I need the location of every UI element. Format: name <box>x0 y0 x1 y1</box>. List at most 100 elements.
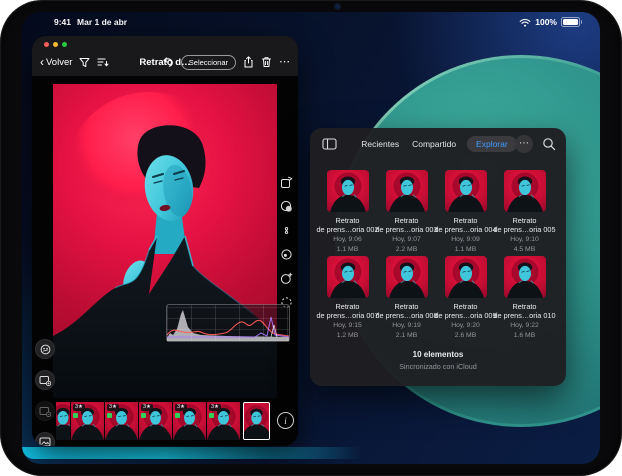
rating-badge: 3★ <box>73 404 85 411</box>
curves-icon[interactable] <box>280 224 293 237</box>
file-name: Retratode prens…oria 008 <box>375 303 437 320</box>
file-thumbnail[interactable] <box>327 170 369 212</box>
battery-icon <box>561 17 580 27</box>
editor-toolbar: ‹ Volver Retrato d… <box>32 36 298 76</box>
edit-tools-rail <box>277 176 295 309</box>
filmstrip-thumb[interactable]: 3★ <box>105 402 138 440</box>
file-item[interactable]: Retratode prens…oria 005 Hoy, 9:10 4.5 M… <box>496 170 553 254</box>
file-time: Hoy, 9:07 <box>392 236 421 244</box>
file-size: 4.5 MB <box>514 246 536 254</box>
search-icon <box>542 137 556 151</box>
close-window-dot[interactable] <box>44 42 49 47</box>
file-thumbnail[interactable] <box>386 170 428 212</box>
filmstrip-thumb[interactable]: 3★ <box>173 402 206 440</box>
file-size: 2.1 MB <box>396 332 418 340</box>
rating-badge: 3★ <box>141 404 153 411</box>
file-item[interactable]: Retratode prens…oria 007 Hoy, 9:15 1.2 M… <box>319 256 376 340</box>
filmstrip-thumb[interactable]: 3★ <box>207 402 240 440</box>
zoom-window-dot[interactable] <box>62 42 67 47</box>
battery-percent: 100% <box>535 17 557 27</box>
file-time: Hoy, 9:06 <box>333 236 362 244</box>
export-photo-button[interactable] <box>35 370 55 390</box>
screenshot-canvas: 9:41 Mar 1 de abr 100% <box>0 0 622 476</box>
ipad-screen: 9:41 Mar 1 de abr 100% <box>22 12 600 464</box>
gallery-icon <box>39 437 51 446</box>
back-button[interactable]: ‹ Volver <box>40 57 72 68</box>
file-item[interactable]: Retratode prens…oria 009 Hoy, 9:20 2.6 M… <box>437 256 494 340</box>
file-size: 1.2 MB <box>337 332 359 340</box>
rate-flag-button[interactable] <box>35 339 55 359</box>
file-size: 1.1 MB <box>455 246 477 254</box>
minimize-window-dot[interactable] <box>53 42 58 47</box>
status-bar: 9:41 Mar 1 de abr 100% <box>22 14 600 30</box>
tab-compartido[interactable]: Compartido <box>410 136 458 152</box>
more-options-icon[interactable]: ⋯ <box>279 57 290 68</box>
file-item[interactable]: Retratode prens…oria 003 Hoy, 9:07 2.2 M… <box>378 170 435 254</box>
histogram-grid <box>167 305 289 341</box>
file-name: Retratode prens…oria 005 <box>493 217 555 234</box>
file-item[interactable]: Retratode prens…oria 002 Hoy, 9:06 1.1 M… <box>319 170 376 254</box>
file-name: Retratode prens…oria 009 <box>434 303 496 320</box>
window-controls[interactable] <box>44 42 67 47</box>
file-name: Retratode prens…oria 007 <box>316 303 378 320</box>
file-time: Hoy, 9:22 <box>510 322 539 330</box>
status-date: Mar 1 de abr <box>77 17 127 27</box>
effects-sparkle-icon[interactable] <box>280 272 293 285</box>
search-button[interactable] <box>542 137 556 151</box>
trash-icon[interactable] <box>261 56 272 68</box>
photo-editor-window: ‹ Volver Retrato d… <box>32 36 298 446</box>
gallery-button[interactable] <box>35 432 55 446</box>
photo-badge-minus-icon <box>39 406 51 417</box>
filmstrip-thumb[interactable]: 3★ <box>139 402 172 440</box>
ellipsis-icon: ⋯ <box>519 139 529 149</box>
file-grid: Retratode prens…oria 002 Hoy, 9:06 1.1 M… <box>318 170 554 340</box>
files-browser-panel: Recientes Compartido Explorar ⋯ Retratod… <box>310 128 566 386</box>
file-item[interactable]: Retratode prens…oria 004 Hoy, 9:09 1.1 M… <box>437 170 494 254</box>
filter-funnel-icon[interactable] <box>79 57 90 68</box>
file-thumbnail[interactable] <box>504 256 546 298</box>
file-thumbnail[interactable] <box>327 256 369 298</box>
portrait-artwork <box>53 84 277 398</box>
filmstrip-thumb[interactable]: 3★ <box>71 402 104 440</box>
share-icon[interactable] <box>243 56 254 68</box>
filmstrip-thumb-selected[interactable] <box>243 402 270 440</box>
file-item[interactable]: Retratode prens…oria 010 Hoy, 9:22 1.6 M… <box>496 256 553 340</box>
file-time: Hoy, 9:19 <box>392 322 421 330</box>
file-size: 2.2 MB <box>396 246 418 254</box>
rating-badge: 3★ <box>107 404 119 411</box>
files-more-button[interactable]: ⋯ <box>515 135 533 153</box>
status-time: 9:41 <box>54 17 71 27</box>
histogram-panel[interactable] <box>166 304 290 342</box>
edited-indicator <box>73 413 78 418</box>
file-thumbnail[interactable] <box>386 256 428 298</box>
filters-icon[interactable] <box>280 200 293 213</box>
crop-rotate-icon[interactable] <box>280 176 293 189</box>
back-button-label: Volver <box>46 57 72 68</box>
file-name: Retratode prens…oria 010 <box>493 303 555 320</box>
main-photo[interactable] <box>53 84 277 398</box>
library-actions-rail <box>35 339 55 446</box>
edited-indicator <box>107 413 112 418</box>
file-name: Retratode prens…oria 003 <box>375 217 437 234</box>
vignette-icon[interactable] <box>280 248 293 261</box>
info-button[interactable]: i <box>277 412 294 429</box>
file-time: Hoy, 9:09 <box>451 236 480 244</box>
file-time: Hoy, 9:15 <box>333 322 362 330</box>
file-size: 1.6 MB <box>514 332 536 340</box>
filmstrip-thumb[interactable] <box>56 402 70 440</box>
tab-explorar[interactable]: Explorar <box>467 136 517 152</box>
tab-recientes[interactable]: Recientes <box>359 136 401 152</box>
wallpaper-cyan-glow <box>22 447 380 459</box>
photo-badge-icon <box>39 375 51 386</box>
remove-photo-button[interactable] <box>35 401 55 421</box>
file-item[interactable]: Retratode prens…oria 008 Hoy, 9:19 2.1 M… <box>378 256 435 340</box>
file-thumbnail[interactable] <box>504 170 546 212</box>
filmstrip[interactable]: 3★ 3★ 3★ 3★ 3★ <box>56 402 276 440</box>
file-thumbnail[interactable] <box>445 170 487 212</box>
file-thumbnail[interactable] <box>445 256 487 298</box>
file-size: 1.1 MB <box>337 246 359 254</box>
edited-indicator <box>141 413 146 418</box>
sort-icon[interactable] <box>97 57 109 68</box>
front-camera <box>335 4 340 9</box>
file-time: Hoy, 9:20 <box>451 322 480 330</box>
